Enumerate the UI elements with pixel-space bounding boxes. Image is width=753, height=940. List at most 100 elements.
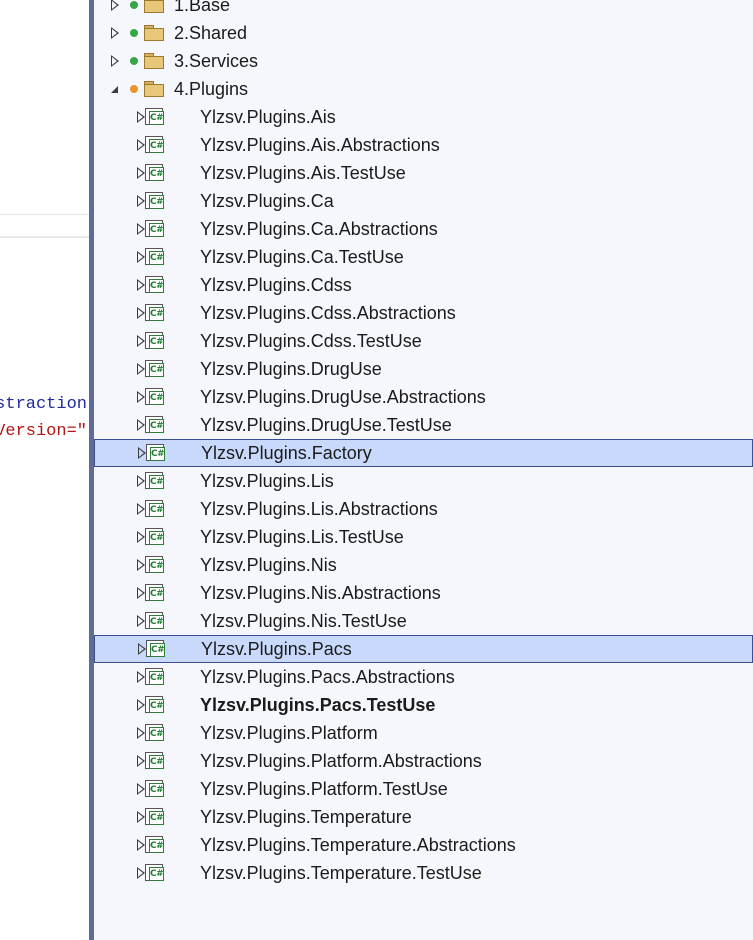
status-ok-icon [130,29,138,37]
collapsed-arrow-icon[interactable] [137,279,145,291]
csharp-project-icon: C# [145,584,164,601]
tree-item-label: Ylzsv.Plugins.Lis.Abstractions [200,499,438,519]
tree-project-item[interactable]: C# Ylzsv.Plugins.Platform [94,719,753,747]
collapsed-arrow-icon[interactable] [137,167,145,179]
collapsed-arrow-icon[interactable] [137,363,145,375]
tree-item-label: Ylzsv.Plugins.Platform.TestUse [200,779,448,799]
tree-item-label: 3.Services [174,51,259,71]
collapsed-arrow-icon[interactable] [137,111,145,123]
tree-project-item[interactable]: C# Ylzsv.Plugins.Pacs [94,635,753,663]
csharp-project-icon: C# [145,724,164,741]
collapsed-arrow-icon[interactable] [137,503,145,515]
tree-project-item[interactable]: C# Ylzsv.Plugins.DrugUse.Abstractions [94,383,753,411]
csharp-project-icon: C# [145,416,164,433]
csharp-project-icon: C# [145,836,164,853]
tree-item-label: Ylzsv.Plugins.Temperature.TestUse [200,863,482,883]
tree-project-item[interactable]: C# Ylzsv.Plugins.Platform.TestUse [94,775,753,803]
collapsed-arrow-icon[interactable] [137,139,145,151]
tree-item-label: Ylzsv.Plugins.Cdss.TestUse [200,331,422,351]
tree-project-item[interactable]: C# Ylzsv.Plugins.DrugUse.TestUse [94,411,753,439]
csharp-project-icon: C# [145,164,164,181]
tree-project-item[interactable]: C# Ylzsv.Plugins.Temperature.TestUse [94,859,753,887]
tree-project-item[interactable]: C# Ylzsv.Plugins.Nis.TestUse [94,607,753,635]
csharp-project-icon: C# [145,136,164,153]
collapsed-arrow-icon[interactable] [137,251,145,263]
tree-project-item[interactable]: C# Ylzsv.Plugins.Temperature [94,803,753,831]
tree-item-label: Ylzsv.Plugins.Temperature [200,807,412,827]
csharp-project-icon: C# [145,864,164,881]
tree-folder-item[interactable]: 4.Plugins [94,75,753,103]
tree-folder-item[interactable]: 1.Base [94,0,753,19]
tree-item-label: Ylzsv.Plugins.Platform.Abstractions [200,751,482,771]
collapsed-arrow-icon[interactable] [137,839,145,851]
csharp-project-icon: C# [145,752,164,769]
tree-folder-item[interactable]: 2.Shared [94,19,753,47]
tree-project-item[interactable]: C# Ylzsv.Plugins.Lis [94,467,753,495]
tree-item-label: Ylzsv.Plugins.Platform [200,723,378,743]
collapsed-arrow-icon[interactable] [137,671,145,683]
csharp-project-icon: C# [145,388,164,405]
tree-project-item[interactable]: C# Ylzsv.Plugins.Lis.Abstractions [94,495,753,523]
tree-item-label: Ylzsv.Plugins.DrugUse.TestUse [200,415,452,435]
collapsed-arrow-icon[interactable] [137,335,145,347]
tree-project-item[interactable]: C# Ylzsv.Plugins.Ais.Abstractions [94,131,753,159]
collapsed-arrow-icon[interactable] [111,27,119,39]
status-modified-icon [130,85,138,93]
tree-project-item[interactable]: C# Ylzsv.Plugins.Platform.Abstractions [94,747,753,775]
tree-project-item[interactable]: C# Ylzsv.Plugins.Pacs.TestUse [94,691,753,719]
folder-icon [144,25,164,41]
tree-item-label: 4.Plugins [174,79,249,99]
collapsed-arrow-icon[interactable] [111,0,119,11]
csharp-project-icon: C# [145,500,164,517]
collapsed-arrow-icon[interactable] [111,55,119,67]
collapsed-arrow-icon[interactable] [137,475,145,487]
collapsed-arrow-icon[interactable] [137,419,145,431]
folder-icon [144,0,164,13]
csharp-project-icon: C# [145,528,164,545]
tree-project-item[interactable]: C# Ylzsv.Plugins.Ca.Abstractions [94,215,753,243]
tree-item-label: Ylzsv.Plugins.DrugUse [200,359,382,379]
tree-project-item[interactable]: C# Ylzsv.Plugins.Lis.TestUse [94,523,753,551]
collapsed-arrow-icon[interactable] [137,755,145,767]
code-editor[interactable]: straction Version=" [0,0,89,940]
csharp-project-icon: C# [145,276,164,293]
tree-project-item[interactable]: C# Ylzsv.Plugins.Ca [94,187,753,215]
collapsed-arrow-icon[interactable] [137,531,145,543]
collapsed-arrow-icon[interactable] [137,615,145,627]
tree-item-label: Ylzsv.Plugins.Lis.TestUse [200,527,404,547]
tree-project-item[interactable]: C# Ylzsv.Plugins.Ais.TestUse [94,159,753,187]
tree-item-label: Ylzsv.Plugins.Factory [201,443,372,463]
collapsed-arrow-icon[interactable] [137,783,145,795]
tree-folder-item[interactable]: 3.Services [94,47,753,75]
tree-project-item[interactable]: C# Ylzsv.Plugins.Cdss.Abstractions [94,299,753,327]
expanded-arrow-icon[interactable] [111,86,118,93]
collapsed-arrow-icon[interactable] [137,223,145,235]
tree-item-label: Ylzsv.Plugins.Nis.TestUse [200,611,407,631]
tree-project-item[interactable]: C# Ylzsv.Plugins.Factory [94,439,753,467]
collapsed-arrow-icon[interactable] [137,307,145,319]
tree-item-label: Ylzsv.Plugins.Nis.Abstractions [200,583,441,603]
tree-project-item[interactable]: C# Ylzsv.Plugins.DrugUse [94,355,753,383]
collapsed-arrow-icon[interactable] [137,391,145,403]
tree-project-item[interactable]: C# Ylzsv.Plugins.Pacs.Abstractions [94,663,753,691]
collapsed-arrow-icon[interactable] [137,195,145,207]
collapsed-arrow-icon[interactable] [137,811,145,823]
collapsed-arrow-icon[interactable] [137,867,145,879]
tree-project-item[interactable]: C# Ylzsv.Plugins.Cdss.TestUse [94,327,753,355]
collapsed-arrow-icon[interactable] [138,447,146,459]
collapsed-arrow-icon[interactable] [138,643,146,655]
tree-project-item[interactable]: C# Ylzsv.Plugins.Ais [94,103,753,131]
collapsed-arrow-icon[interactable] [137,559,145,571]
solution-explorer-tree[interactable]: 1.Base 2.Shared 3.Services 4.Plugins C# Ylzsv… [94,0,753,940]
collapsed-arrow-icon[interactable] [137,587,145,599]
tree-project-item[interactable]: C# Ylzsv.Plugins.Nis [94,551,753,579]
csharp-project-icon: C# [145,220,164,237]
collapsed-arrow-icon[interactable] [137,699,145,711]
tree-project-item[interactable]: C# Ylzsv.Plugins.Cdss [94,271,753,299]
tree-item-label: Ylzsv.Plugins.Temperature.Abstractions [200,835,516,855]
tree-project-item[interactable]: C# Ylzsv.Plugins.Nis.Abstractions [94,579,753,607]
tree-project-item[interactable]: C# Ylzsv.Plugins.Temperature.Abstractions [94,831,753,859]
tree-project-item[interactable]: C# Ylzsv.Plugins.Ca.TestUse [94,243,753,271]
collapsed-arrow-icon[interactable] [137,727,145,739]
csharp-project-icon: C# [145,192,164,209]
